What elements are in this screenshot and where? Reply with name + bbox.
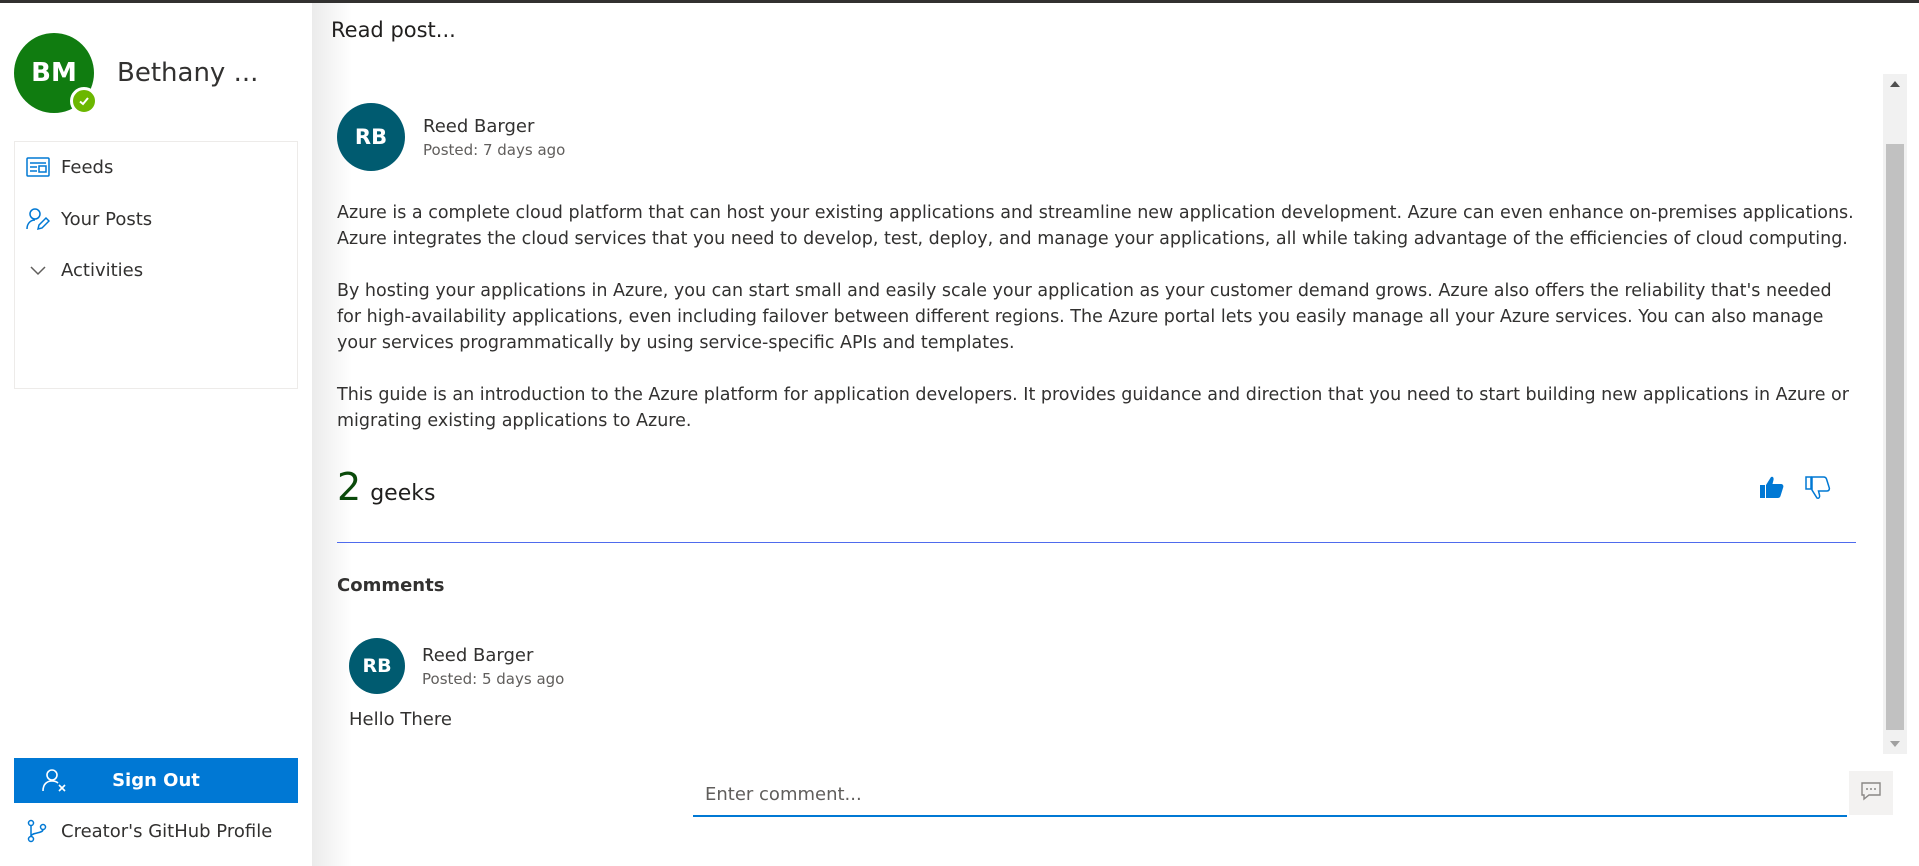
dislike-button[interactable] — [1803, 473, 1833, 503]
like-button[interactable] — [1757, 473, 1787, 503]
feeds-icon — [25, 154, 51, 180]
presence-available-icon — [70, 87, 98, 115]
comment-author-name: Reed Barger — [422, 644, 534, 666]
nav-item-feeds[interactable]: Feeds — [25, 152, 113, 182]
chevron-down-icon — [25, 257, 51, 283]
avatar: BM — [14, 33, 98, 115]
likes-summary: 2 geeks — [337, 465, 435, 509]
nav-menu: Feeds Your Posts Activities — [14, 141, 298, 389]
send-comment-button[interactable] — [1849, 771, 1893, 815]
comment-icon — [1860, 781, 1882, 805]
scroll-down-arrow-icon[interactable] — [1883, 734, 1907, 754]
thumbs-up-icon — [1757, 476, 1785, 505]
sign-out-button[interactable]: Sign Out — [14, 758, 298, 803]
comment-input[interactable] — [693, 773, 1847, 817]
post-paragraph: By hosting your applications in Azure, y… — [337, 281, 1832, 353]
branch-icon — [25, 819, 49, 843]
likes-label: geeks — [370, 481, 436, 506]
sign-out-label: Sign Out — [112, 770, 200, 791]
scrollbar[interactable] — [1883, 74, 1907, 754]
nav-item-your-posts[interactable]: Your Posts — [25, 204, 152, 234]
comment-header: RB Reed Barger Posted: 5 days ago — [349, 638, 564, 694]
thumbs-down-icon — [1803, 476, 1831, 505]
post-body: Azure is a complete cloud platform that … — [337, 200, 1857, 460]
author-info: Reed Barger Posted: 7 days ago — [423, 116, 565, 159]
comment-text: Hello There — [349, 709, 452, 730]
sidebar: BM Bethany ... Feeds Your Posts Activiti… — [0, 3, 312, 866]
avatar[interactable]: RB — [349, 638, 405, 694]
profile-name: Bethany ... — [117, 58, 259, 88]
scroll-up-arrow-icon[interactable] — [1883, 74, 1907, 94]
comments-heading: Comments — [337, 575, 445, 596]
page-title: Read post... — [331, 18, 456, 42]
avatar-initials: RB — [362, 655, 392, 677]
avatar-initials: RB — [354, 125, 388, 149]
github-label: Creator's GitHub Profile — [61, 820, 273, 842]
avatar[interactable]: RB — [337, 103, 405, 171]
avatar-initials: BM — [31, 58, 77, 88]
post-timestamp: Posted: 7 days ago — [423, 140, 566, 159]
post-paragraph: This guide is an introduction to the Azu… — [337, 385, 1849, 431]
comment-author-info: Reed Barger Posted: 5 days ago — [422, 645, 564, 688]
profile-card[interactable]: BM Bethany ... — [14, 33, 259, 115]
author-name: Reed Barger — [423, 115, 535, 137]
scrollbar-thumb[interactable] — [1886, 144, 1904, 730]
nav-item-label: Activities — [61, 259, 144, 281]
nav-item-label: Feeds — [61, 156, 114, 178]
likes-count: 2 — [337, 465, 362, 509]
edit-person-icon — [25, 206, 51, 232]
post-paragraph: Azure is a complete cloud platform that … — [337, 203, 1854, 249]
nav-item-activities[interactable]: Activities — [25, 255, 143, 285]
person-remove-icon — [42, 768, 68, 794]
divider — [337, 542, 1856, 543]
nav-item-label: Your Posts — [61, 208, 153, 230]
github-profile-link[interactable]: Creator's GitHub Profile — [25, 819, 272, 843]
comment-timestamp: Posted: 5 days ago — [422, 669, 565, 688]
post-header: RB Reed Barger Posted: 7 days ago — [337, 103, 565, 171]
